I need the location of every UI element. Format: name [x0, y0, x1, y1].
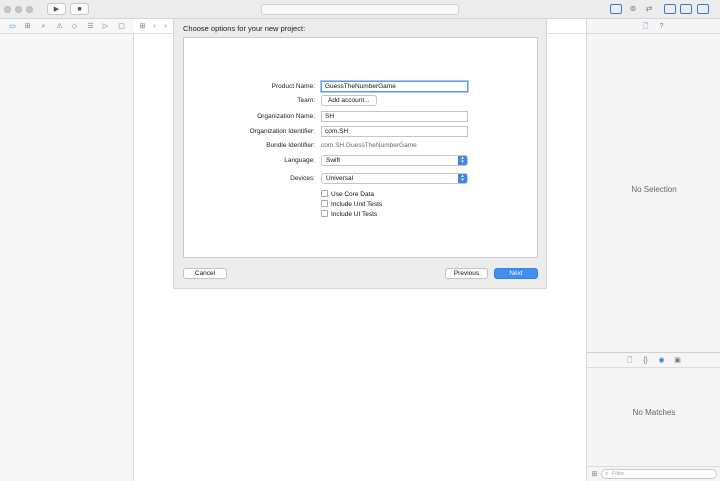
navigator-selector-bar: ▭ ⊞ ⌕ ⚠ ◇ ☰ ▷ ▢ [0, 19, 134, 34]
breakpoint-icon[interactable]: ▷ [101, 22, 110, 31]
include-unit-tests-checkbox[interactable]: Include Unit Tests [321, 200, 382, 209]
organization-name-field[interactable]: SH [321, 111, 468, 122]
product-name-field[interactable]: GuessTheNumberGame [321, 81, 468, 92]
sheet-title: Choose options for your new project: [183, 24, 306, 33]
object-library-icon[interactable]: ◉ [657, 356, 666, 365]
checkbox-label: Use Core Data [331, 191, 374, 198]
library-filter-bar: ⊞ ⌕ Filter [587, 466, 720, 481]
include-ui-tests-checkbox[interactable]: Include UI Tests [321, 210, 377, 219]
forward-icon[interactable]: › [161, 22, 170, 31]
new-project-sheet: Choose options for your new project: Pro… [173, 19, 547, 289]
filter-placeholder: Filter [612, 471, 625, 477]
run-button[interactable]: ▶ [47, 3, 66, 15]
project-options-form: Product Name: GuessTheNumberGame Team: A… [183, 37, 538, 258]
stop-button[interactable]: ■ [70, 3, 89, 15]
run-icon: ▶ [53, 6, 60, 13]
grid-view-icon[interactable]: ⊞ [590, 470, 599, 479]
popup-arrows-icon: ▴ ▾ [458, 174, 467, 183]
zoom-window-icon[interactable] [26, 6, 33, 13]
use-core-data-checkbox[interactable]: Use Core Data [321, 190, 374, 199]
debug-icon[interactable]: ☰ [86, 22, 95, 31]
navigator-pane: ▭ ⊞ ⌕ ⚠ ◇ ☰ ▷ ▢ [0, 19, 134, 481]
window-toolbar: ▶ ■ ⊚ ⇄ [0, 0, 720, 19]
next-button[interactable]: Next [494, 268, 538, 279]
version-editor-icon[interactable]: ⇄ [643, 4, 655, 14]
minimize-window-icon[interactable] [15, 6, 22, 13]
close-window-icon[interactable] [4, 6, 11, 13]
checkbox-label: Include Unit Tests [331, 201, 383, 208]
symbol-icon[interactable]: ⊞ [23, 22, 32, 31]
stop-icon: ■ [77, 6, 82, 13]
related-items-icon[interactable]: ⊞ [138, 22, 147, 31]
add-account-button[interactable]: Add account... [321, 95, 377, 106]
language-label: Language: [284, 157, 315, 164]
devices-label: Devices: [290, 175, 315, 182]
checkbox-box[interactable] [321, 190, 328, 197]
organization-name-label: Organization Name: [257, 113, 315, 120]
checkbox-label: Include UI Tests [331, 211, 378, 218]
utilities-toggle-icon[interactable] [697, 4, 709, 14]
no-selection-text: No Selection [631, 185, 677, 194]
organization-identifier-label: Organization Identifier: [249, 128, 315, 135]
inspector-selector-bar: 🗋 ? [587, 19, 720, 34]
debug-area-toggle-icon[interactable] [680, 4, 692, 14]
utilities-pane: 🗋 ? No Selection 🗋 {} ◉ ▣ No Matches ⊞ ⌕… [586, 19, 720, 481]
organization-identifier-field[interactable]: com.SH [321, 126, 468, 137]
product-name-label: Product Name: [271, 83, 315, 90]
language-value: Swift [326, 157, 341, 164]
assistant-editor-icon[interactable]: ⊚ [627, 4, 639, 14]
folder-icon[interactable]: ▭ [8, 22, 17, 31]
test-icon[interactable]: ◇ [70, 22, 79, 31]
checkbox-box[interactable] [321, 200, 328, 207]
bundle-identifier-label: Bundle Identifier: [266, 142, 315, 149]
previous-button[interactable]: Previous [445, 268, 488, 279]
devices-value: Universal [326, 175, 354, 182]
file-template-icon[interactable]: 🗋 [625, 356, 634, 365]
standard-editor-icon[interactable] [610, 4, 622, 14]
report-icon[interactable]: ▢ [117, 22, 126, 31]
navigator-toggle-icon[interactable] [664, 4, 676, 14]
activity-viewer [261, 4, 459, 15]
search-icon: ⌕ [605, 471, 609, 477]
checkbox-box[interactable] [321, 210, 328, 217]
no-matches-text: No Matches [632, 408, 676, 417]
back-icon[interactable]: ‹ [150, 22, 159, 31]
devices-popup[interactable]: Universal ▴ ▾ [321, 173, 468, 184]
library-filter-input[interactable]: ⌕ Filter [601, 469, 717, 479]
media-library-icon[interactable]: ▣ [673, 356, 682, 365]
popup-arrows-icon: ▴ ▾ [458, 156, 467, 165]
find-icon[interactable]: ⌕ [39, 22, 48, 31]
team-label: Team: [297, 97, 315, 104]
file-inspector-icon[interactable]: 🗋 [641, 22, 650, 31]
code-snippet-icon[interactable]: {} [641, 356, 650, 365]
quick-help-icon[interactable]: ? [657, 22, 666, 31]
library-selector-bar: 🗋 {} ◉ ▣ [587, 353, 720, 368]
cancel-button[interactable]: Cancel [183, 268, 227, 279]
language-popup[interactable]: Swift ▴ ▾ [321, 155, 468, 166]
issue-icon[interactable]: ⚠ [55, 22, 64, 31]
bundle-identifier-value: com.SH.GuessTheNumberGame [321, 142, 417, 149]
